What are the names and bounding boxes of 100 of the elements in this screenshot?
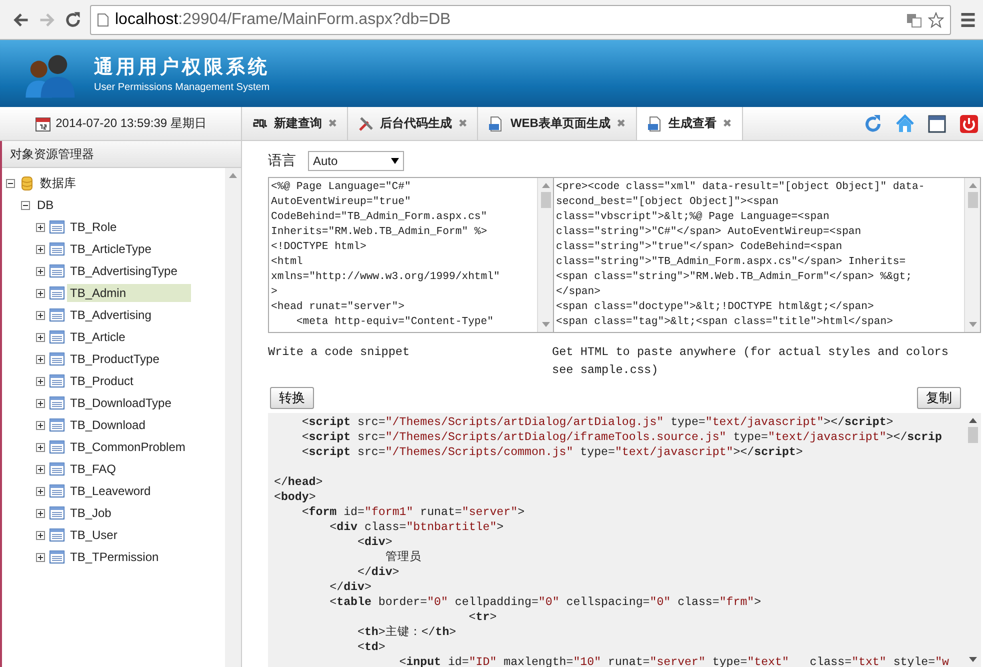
table-icon [49,417,65,433]
tree-item[interactable]: TB_Advertising [67,306,191,324]
refresh-icon[interactable] [863,114,883,134]
scrollbar[interactable] [964,178,980,332]
tab[interactable]: WEB表单页面生成 ✖ [478,107,637,140]
expand-toggle[interactable] [36,244,45,254]
menu-icon[interactable] [959,10,977,28]
expand-toggle[interactable] [36,420,45,430]
table-icon [49,395,65,411]
tree-item[interactable]: TB_Role [67,218,191,236]
expand-toggle[interactable] [36,332,45,342]
scroll-up-icon[interactable] [969,417,977,423]
tree-item[interactable]: DB [34,196,158,214]
expand-toggle[interactable] [36,442,45,452]
tree-item[interactable]: TB_Leaveword [67,482,191,500]
code-line: <form id="form1" runat="server"> [300,505,526,520]
code-line: <div class="btnbartitle"> [328,520,505,535]
code-line: 管理员 [384,550,422,565]
code-line: <td> [356,640,386,655]
tree-item[interactable]: TB_DownloadType [67,394,191,412]
scroll-thumb[interactable] [540,192,550,208]
table-icon [49,285,65,301]
table-icon [49,263,65,279]
tree-item[interactable]: TB_User [67,526,191,544]
expand-toggle[interactable] [36,486,45,496]
html-output[interactable]: <pre><code class="xml" data-result="[object Object]" data- second_best="[object Object]"><span class="vbscript">&lt;%@ Page Language=<span class="string">"C#"</span> AutoEventWireup=<span class="string">"true"</span> CodeBehind=<span class="string">"TB_Admin_Form.aspx.cs"</span> Inherits= <span class="string">"RM.Web.TB_Admin_Form"</span> %&gt; </span> <span class="doctype">&lt;!DOCTYPE html&gt;</span> <span class="tag">&lt;<span class="title">html</span> [554,177,981,333]
power-icon[interactable] [959,114,979,134]
language-label: 语言 [268,152,296,170]
tree-item[interactable]: TB_ProductType [67,350,191,368]
expand-toggle[interactable] [36,464,45,474]
expand-toggle[interactable] [36,376,45,386]
page-icon [97,12,109,26]
language-select[interactable]: Auto [308,151,404,171]
home-icon[interactable] [895,114,915,134]
back-icon[interactable] [12,10,30,28]
tab[interactable]: 生成查看 ✖ [636,107,743,140]
scroll-down-icon[interactable] [969,657,977,663]
address-bar[interactable]: localhost:29904/Frame/MainForm.aspx?db=DB [90,4,951,34]
tree-item[interactable]: 数据库 [37,172,161,194]
code-line: <tr> [468,610,498,625]
expand-toggle[interactable] [36,354,45,364]
table-icon [49,549,65,565]
table-icon [49,219,65,235]
caption-text: Get HTML to paste anywhere (for actual styles and colors see sample.css) [552,344,950,379]
document-icon [488,116,504,132]
tree-item[interactable]: TB_Product [67,372,191,390]
code-line: </div> [356,565,400,580]
table-icon [49,241,65,257]
dropdown-arrow-icon[interactable] [391,158,399,164]
scroll-thumb[interactable] [968,192,978,208]
expand-toggle[interactable] [36,310,45,320]
scrollbar[interactable] [537,178,553,332]
table-icon [49,351,65,367]
tree-item[interactable]: TB_TPermission [67,548,191,566]
expand-toggle[interactable] [36,552,45,562]
tree-item[interactable]: TB_Admin [67,284,191,302]
code-line: <script src="/Themes/Scripts/artDialog/artDialog.js" type="text/javascript"></script> [300,415,894,430]
tree-item[interactable]: TB_FAQ [67,460,191,478]
code-line: <div> [356,535,394,550]
tab[interactable]: 新建查询 ✖ [242,107,348,140]
tree-item[interactable]: TB_AdvertisingType [67,262,191,280]
document-icon [646,116,663,132]
app-subtitle: User Permissions Management System [94,82,270,93]
collapse-toggle[interactable] [21,200,30,210]
code-line: <table border="0" cellpadding="0" cellspacing="0" class="frm"> [328,595,762,610]
code-line: </head> [274,475,324,490]
translate-icon[interactable] [906,12,922,28]
tree-item[interactable]: TB_CommonProblem [67,438,191,456]
copy-button[interactable]: 复制 [917,387,961,409]
tools-icon [358,116,374,132]
star-icon[interactable] [928,12,944,28]
tree-item[interactable]: TB_Article [67,328,191,346]
tab[interactable]: 后台代码生成 ✖ [348,107,478,140]
collapse-toggle[interactable] [6,178,15,188]
table-icon [49,483,65,499]
table-icon [49,373,65,389]
tree-item[interactable]: TB_Job [67,504,191,522]
tree-item[interactable]: TB_Download [67,416,191,434]
scroll-thumb[interactable] [968,427,978,443]
expand-toggle[interactable] [36,222,45,232]
code-line: </div> [328,580,372,595]
tree-item[interactable]: TB_ArticleType [67,240,191,258]
code-input[interactable]: <%@ Page Language="C#" AutoEventWireup="true" CodeBehind="TB_Admin_Form.aspx.cs" Inherits="RM.Web.TB_Admin_Form" %> <!DOCTYPE html> <html xmlns="http://www.w3.org/1999/xhtml" > <head runat="server"> <meta http-equiv="Content-Type" [268,177,554,333]
expand-toggle[interactable] [36,398,45,408]
convert-button[interactable]: 转换 [270,387,314,409]
table-icon [49,307,65,323]
window-icon[interactable] [927,114,947,134]
calendar-icon [34,116,51,132]
code-line: <script src="/Themes/Scripts/artDialog/iframeTools.source.js" type="text/javascript"></scrip [300,430,943,445]
code-line: <body> [274,490,317,505]
table-icon [49,329,65,345]
expand-toggle[interactable] [36,266,45,276]
database-icon [19,175,35,191]
expand-toggle[interactable] [36,530,45,540]
datetime-text: 2014-07-20 13:59:39 星期日 [56,115,206,132]
expand-toggle[interactable] [36,288,45,298]
close-icon[interactable]: ✖ [722,117,732,130]
reload-icon[interactable] [64,10,82,28]
expand-toggle[interactable] [36,508,45,518]
scrollbar[interactable] [225,168,241,667]
